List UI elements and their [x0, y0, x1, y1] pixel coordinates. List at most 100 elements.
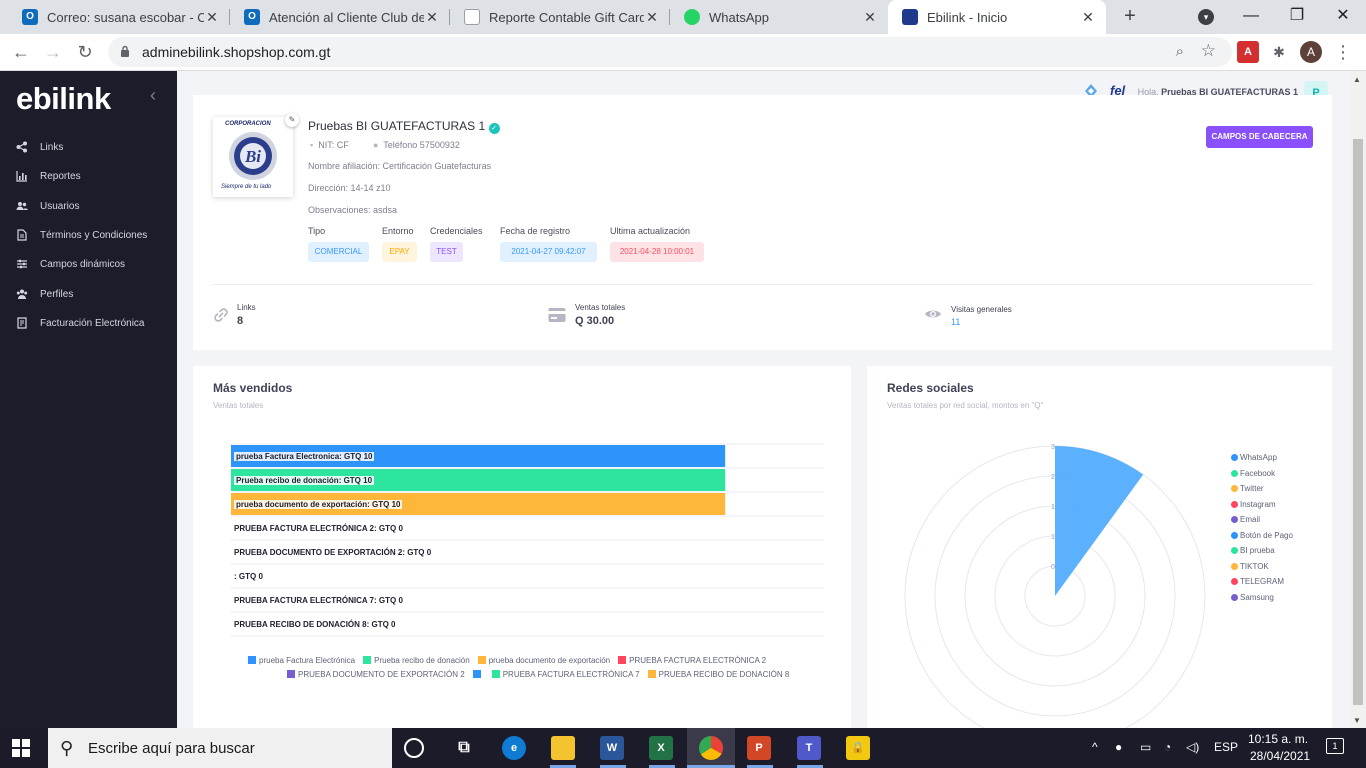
powerpoint-icon[interactable]: P: [747, 736, 771, 760]
browser-toolbar: ← → ↻ adminebilink.shopshop.com.gt ⌕ ☆ A…: [0, 34, 1366, 71]
legend-item[interactable]: WhatsApp: [1231, 453, 1277, 462]
battery-icon[interactable]: ▭: [1140, 740, 1151, 754]
taskbar-search-box[interactable]: ⚲ Escribe aquí para buscar: [48, 728, 392, 768]
legend-item[interactable]: BI prueba: [1231, 546, 1275, 555]
tab-correo[interactable]: O Correo: susana escobar - Out ✕: [8, 0, 230, 34]
sidebar-item-links[interactable]: Links: [0, 134, 177, 160]
bar-label: Prueba recibo de donación: GTQ 10: [234, 476, 375, 485]
file-explorer-icon[interactable]: [551, 736, 575, 760]
divider: [213, 284, 1313, 285]
word-icon[interactable]: W: [600, 736, 624, 760]
tab-search-icon[interactable]: ▾: [1198, 9, 1214, 25]
lock-app-icon[interactable]: 🔒: [846, 736, 870, 760]
scrollbar-thumb[interactable]: [1353, 139, 1363, 705]
legend-item[interactable]: PRUEBA FACTURA ELECTRÓNICA 7: [491, 670, 640, 679]
notifications-icon[interactable]: 1: [1326, 738, 1344, 754]
legend-item[interactable]: TIKTOK: [1231, 562, 1269, 571]
tab-whatsapp[interactable]: WhatsApp ✕: [670, 0, 888, 34]
scroll-up-icon[interactable]: ▲: [1353, 75, 1361, 84]
legend-item[interactable]: PRUEBA RECIBO DE DONACIÓN 8: [647, 670, 790, 679]
legend-label: PRUEBA FACTURA ELECTRÓNICA 7: [502, 670, 640, 679]
browser-menu-icon[interactable]: ⋮: [1332, 41, 1354, 63]
pdf-extension-icon[interactable]: A: [1237, 41, 1259, 63]
minimize-button[interactable]: —: [1228, 0, 1274, 34]
sidebar: ebilink ‹ Links Reportes Usuarios Términ…: [0, 71, 177, 728]
chrome-icon[interactable]: [699, 736, 723, 760]
back-button[interactable]: ←: [8, 40, 34, 66]
lock-icon: ▪: [310, 140, 314, 150]
zoom-icon[interactable]: ⌕: [1176, 43, 1184, 60]
tab-ebilink[interactable]: Ebilink - Inicio ✕: [888, 0, 1106, 34]
close-icon[interactable]: ✕: [1080, 9, 1096, 25]
sidebar-item-label: Links: [40, 141, 64, 153]
logo-bottom-text: Siempre de tu lado: [221, 184, 272, 190]
close-icon[interactable]: ✕: [644, 9, 660, 25]
tray-chevron-icon[interactable]: ^: [1092, 740, 1098, 754]
network-warning-icon[interactable]: ●: [1115, 740, 1122, 754]
scroll-down-icon[interactable]: ▼: [1353, 716, 1361, 725]
legend-item[interactable]: Email: [1231, 515, 1260, 524]
sidebar-item-campos[interactable]: Campos dinámicos: [0, 251, 177, 277]
legend-dot: [1231, 485, 1238, 492]
sidebar-item-terminos[interactable]: Términos y Condiciones: [0, 222, 177, 248]
ventas-totales-label: Ventas totales: [575, 303, 626, 312]
maximize-button[interactable]: ❐: [1274, 0, 1320, 34]
sliders-icon: [17, 259, 27, 269]
clock-time[interactable]: 10:15 a. m.: [1248, 732, 1308, 746]
address-bar[interactable]: adminebilink.shopshop.com.gt ⌕ ☆: [108, 37, 1232, 67]
forward-button[interactable]: →: [40, 40, 66, 66]
close-icon[interactable]: ✕: [862, 9, 878, 25]
legend-item[interactable]: Samsung: [1231, 593, 1274, 602]
legend-item[interactable]: Botón de Pago: [1231, 531, 1293, 540]
visitas-generales-label: Visitas generales: [951, 305, 1012, 314]
extensions-puzzle-icon[interactable]: ✱: [1268, 41, 1290, 63]
campos-de-cabecera-button[interactable]: CAMPOS DE CABECERA: [1206, 126, 1313, 148]
sidebar-item-label: Perfiles: [40, 288, 74, 300]
page-scrollbar[interactable]: ▲ ▼: [1350, 71, 1366, 728]
window-close-button[interactable]: ✕: [1320, 0, 1366, 34]
profile-avatar[interactable]: A: [1300, 41, 1322, 63]
edit-pencil-icon[interactable]: ✎: [285, 113, 299, 127]
windows-start-icon[interactable]: [12, 739, 30, 757]
reload-button[interactable]: ↻: [72, 40, 98, 66]
close-icon[interactable]: ✕: [424, 9, 440, 25]
taskbar-search-placeholder: Escribe aquí para buscar: [88, 740, 255, 757]
new-tab-button[interactable]: +: [1118, 5, 1142, 29]
sidebar-item-perfiles[interactable]: Perfiles: [0, 281, 177, 307]
task-view-icon[interactable]: ⧉: [452, 736, 476, 760]
clock-date[interactable]: 28/04/2021: [1250, 749, 1310, 763]
outlook-icon: O: [244, 9, 260, 25]
outlook-icon: O: [22, 9, 38, 25]
teams-icon[interactable]: T: [797, 736, 821, 760]
language-indicator[interactable]: ESP: [1214, 740, 1238, 754]
legend-item[interactable]: TELEGRAM: [1231, 577, 1284, 586]
tab-atencion[interactable]: O Atención al Cliente Club de C ✕: [230, 0, 450, 34]
sidebar-item-reportes[interactable]: Reportes: [0, 163, 177, 189]
legend-swatch: [248, 656, 256, 664]
corporacion-bi-logo-icon: Bi: [229, 132, 277, 180]
wifi-icon[interactable]: ◔: [1164, 740, 1171, 754]
sidebar-item-facturacion[interactable]: Facturación Electrónica: [0, 310, 177, 336]
volume-icon[interactable]: ◁): [1186, 740, 1199, 754]
tab-reporte[interactable]: Reporte Contable Gift Cards - ✕: [450, 0, 670, 34]
invoice-icon: [17, 317, 27, 329]
close-icon[interactable]: ✕: [204, 9, 220, 25]
legend-item[interactable]: PRUEBA DOCUMENTO DE EXPORTACIÓN 2: [287, 670, 465, 679]
collapse-sidebar-icon[interactable]: ‹: [150, 85, 156, 106]
edge-icon[interactable]: e: [502, 736, 526, 760]
legend-swatch: [477, 656, 486, 664]
credenciales-header: Credenciales: [430, 226, 483, 236]
sidebar-item-label: Campos dinámicos: [40, 258, 126, 270]
excel-icon[interactable]: X: [649, 736, 673, 760]
bookmark-star-icon[interactable]: ☆: [1201, 41, 1216, 61]
legend-label: PRUEBA RECIBO DE DONACIÓN 8: [658, 670, 790, 679]
legend-swatch: [647, 670, 656, 678]
legend-item[interactable]: [472, 670, 484, 679]
sidebar-item-label: Facturación Electrónica: [40, 317, 145, 329]
legend-item[interactable]: Twitter: [1231, 484, 1264, 493]
cortana-icon[interactable]: [404, 738, 424, 758]
tipo-header: Tipo: [308, 226, 326, 236]
legend-item[interactable]: Facebook: [1231, 469, 1275, 478]
sidebar-item-usuarios[interactable]: Usuarios: [0, 193, 177, 219]
legend-item[interactable]: Instagram: [1231, 500, 1276, 509]
